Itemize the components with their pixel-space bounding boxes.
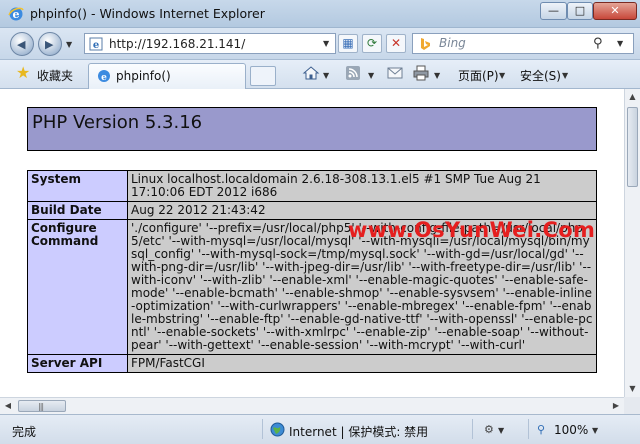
search-icon[interactable]: ⚲ [593, 36, 603, 51]
feeds-icon[interactable] [344, 64, 362, 82]
tools-dropdown-icon[interactable]: ▼ [498, 426, 504, 435]
search-placeholder[interactable]: Bing [439, 36, 466, 50]
stop-icon[interactable]: ✕ [386, 34, 406, 53]
page-title: PHP Version 5.3.16 [32, 112, 203, 133]
table-row: Build Date Aug 22 2012 21:43:42 [27, 201, 597, 220]
print-dropdown-icon[interactable]: ▼ [434, 71, 440, 80]
home-dropdown-icon[interactable]: ▼ [323, 71, 329, 80]
row-key: Server API [27, 354, 128, 373]
scroll-right-icon[interactable]: ▶ [608, 398, 624, 414]
back-arrow-icon: ◀ [17, 38, 26, 51]
status-divider [262, 419, 263, 439]
feeds-dropdown-icon[interactable]: ▼ [368, 71, 374, 80]
phpinfo-table: System Linux localhost.localdomain 2.6.1… [27, 170, 597, 373]
internet-explorer-icon: e [8, 7, 24, 21]
scroll-down-icon[interactable]: ▼ [625, 381, 640, 397]
status-divider [528, 419, 529, 439]
row-key: System [27, 170, 128, 202]
favorites-star-icon[interactable]: ★ [16, 65, 30, 81]
table-row: Server API FPM/FastCGI [27, 354, 597, 373]
scroll-up-icon[interactable]: ▲ [625, 89, 640, 105]
address-toolbar: ◀ ▶ ▼ e http://192.168.21.141/ ▼ ▦ ⟳ ✕ B… [0, 28, 640, 60]
internet-zone-icon[interactable] [270, 422, 285, 437]
new-tab-button[interactable] [250, 66, 276, 86]
page-menu[interactable]: 页面(P) [458, 67, 499, 84]
svg-text:e: e [101, 73, 107, 83]
search-dropdown-icon[interactable]: ▼ [617, 39, 623, 48]
tab-phpinfo[interactable]: e phpinfo() [88, 63, 246, 89]
forward-button[interactable]: ▶ [38, 32, 62, 56]
zoom-icon[interactable]: ⚲ [537, 423, 545, 436]
scroll-corner [624, 397, 640, 414]
safety-menu-dropdown-icon[interactable]: ▼ [562, 71, 568, 80]
tab-label[interactable]: phpinfo() [116, 69, 171, 83]
history-dropdown-icon[interactable]: ▼ [66, 40, 72, 49]
forward-arrow-icon: ▶ [45, 38, 54, 51]
zoom-dropdown-icon[interactable]: ▼ [592, 426, 598, 435]
page-menu-dropdown-icon[interactable]: ▼ [499, 71, 505, 80]
bing-logo-icon [421, 38, 430, 50]
row-value: Aug 22 2012 21:43:42 [127, 201, 597, 220]
row-key: Configure Command [27, 219, 128, 355]
home-icon[interactable] [302, 64, 320, 82]
row-value: Linux localhost.localdomain 2.6.18-308.1… [127, 170, 597, 202]
back-button[interactable]: ◀ [10, 32, 34, 56]
read-mail-icon[interactable] [386, 64, 404, 82]
status-text: 完成 [12, 425, 37, 439]
favorites-bar: ★ 收藏夹 e phpinfo() ▼ ▼ ▼ 页面(P) ▼ 安全(S) ▼ [0, 60, 640, 89]
page-viewport: PHP Version 5.3.16 System Linux localhos… [0, 89, 624, 397]
refresh-icon[interactable]: ⟳ [362, 34, 382, 53]
grip-icon: ||| [38, 402, 44, 411]
row-key: Build Date [27, 201, 128, 220]
watermark: www.OsYunWei.Com [348, 218, 596, 242]
scroll-left-icon[interactable]: ◀ [0, 398, 16, 414]
horizontal-scroll-thumb[interactable]: ||| [18, 400, 66, 412]
vertical-scroll-thumb[interactable] [627, 107, 638, 187]
table-row: System Linux localhost.localdomain 2.6.1… [27, 170, 597, 202]
status-bar: 完成 Internet | 保护模式: 禁用 ⚙ ▼ ⚲ 100% ▼ [0, 414, 640, 444]
address-field[interactable]: e http://192.168.21.141/ ▼ [84, 33, 336, 54]
url-text[interactable]: http://192.168.21.141/ [109, 37, 245, 51]
page-icon: e [89, 37, 103, 51]
maximize-button[interactable]: □ [567, 2, 593, 20]
svg-text:e: e [93, 40, 99, 51]
print-icon[interactable] [412, 64, 430, 82]
vertical-scrollbar[interactable]: ▲ ▼ [624, 89, 640, 397]
compatibility-view-icon[interactable]: ▦ [338, 34, 358, 53]
close-button[interactable]: ✕ [593, 2, 637, 20]
tab-page-icon: e [98, 70, 110, 83]
tools-icon[interactable]: ⚙ [484, 423, 494, 436]
security-zone-text[interactable]: Internet | 保护模式: 禁用 [289, 423, 428, 440]
minimize-button[interactable]: — [540, 2, 567, 20]
status-divider [472, 419, 473, 439]
php-version-header: PHP Version 5.3.16 [27, 107, 597, 151]
address-dropdown-icon[interactable]: ▼ [323, 39, 329, 48]
safety-menu[interactable]: 安全(S) [520, 67, 561, 84]
zoom-level[interactable]: 100% [554, 423, 588, 437]
title-bar: e phpinfo() - Windows Internet Explorer … [0, 0, 640, 28]
favorites-button[interactable]: 收藏夹 [37, 67, 73, 84]
row-value: FPM/FastCGI [127, 354, 597, 373]
horizontal-scrollbar[interactable]: ◀ ||| ▶ [0, 397, 624, 414]
search-field[interactable]: Bing ⚲ ▼ [412, 33, 634, 54]
window-title: phpinfo() - Windows Internet Explorer [30, 6, 265, 21]
